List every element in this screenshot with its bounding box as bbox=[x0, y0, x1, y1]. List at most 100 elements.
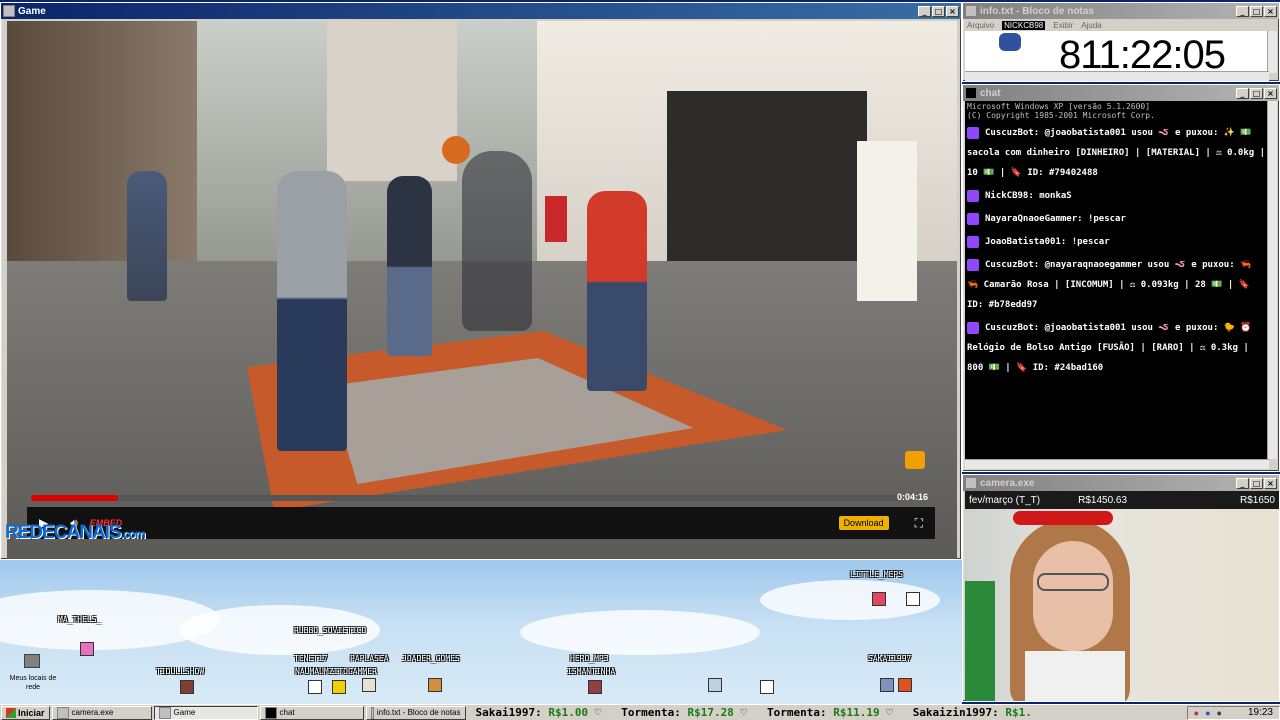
start-button[interactable]: Iniciar bbox=[1, 705, 50, 720]
task-button-notepad[interactable]: info.txt - Bloco de notas bbox=[365, 705, 466, 720]
task-button-chat[interactable]: chat bbox=[259, 705, 364, 720]
network-places-icon[interactable] bbox=[24, 654, 40, 668]
cmd-icon bbox=[965, 87, 977, 99]
site-logo: REDECANAIS.com bbox=[5, 522, 146, 544]
viewer-name: PAPLASEA bbox=[350, 654, 389, 663]
donation-ticker: Sakai1997: R$1.00 ♡ Tormenta: R$17.28 ♡ … bbox=[475, 706, 1032, 719]
chat-text: monkaS bbox=[1039, 191, 1072, 201]
subgoal-current: R$1450.63 bbox=[1078, 494, 1128, 506]
minimize-button[interactable]: _ bbox=[1236, 5, 1249, 17]
fullscreen-icon[interactable]: ⛶ bbox=[915, 516, 923, 531]
webcam-shirt bbox=[1025, 651, 1125, 701]
video-progress-bar[interactable] bbox=[31, 495, 901, 501]
chat-message: NayaraQnaoeGammer: !pescar bbox=[967, 209, 1267, 229]
camera-window: camera.exe _ □ × fev/março (T_T) R$1450.… bbox=[962, 474, 1280, 702]
chat-nick: NayaraQnaoeGammer: bbox=[985, 214, 1083, 224]
maximize-button[interactable]: □ bbox=[1250, 87, 1263, 99]
viewer-avatar bbox=[872, 592, 886, 606]
console-header: Microsoft Windows XP [versão 5.1.2600] bbox=[967, 102, 1151, 111]
close-button[interactable]: × bbox=[1264, 477, 1277, 489]
twitch-badge-icon bbox=[967, 189, 979, 202]
notepad-title: info.txt - Bloco de notas bbox=[980, 5, 1094, 17]
minimize-button[interactable]: _ bbox=[918, 5, 931, 17]
start-label: Iniciar bbox=[18, 707, 45, 718]
menu-item[interactable]: Exibir bbox=[1053, 21, 1073, 30]
task-button-game[interactable]: Game bbox=[153, 705, 258, 720]
maximize-button[interactable]: □ bbox=[1250, 5, 1263, 17]
viewer-avatar bbox=[880, 678, 894, 692]
menu-item[interactable]: NICKCB98 bbox=[1002, 20, 1046, 30]
minimize-button[interactable]: _ bbox=[1236, 87, 1249, 99]
game-window: Game _ □ × 0:04:16 ▶ 🔊︎ EMBED Download ⛶… bbox=[0, 2, 962, 560]
viewer-avatar bbox=[80, 642, 94, 656]
viewer-name: LITTLE_MEPS bbox=[850, 570, 903, 579]
viewer-name: MA_THELS_ bbox=[58, 615, 102, 624]
chat-scrollbar[interactable] bbox=[1267, 101, 1277, 459]
subgoal-bar: fev/março (T_T) R$1450.63 R$1650 bbox=[965, 491, 1279, 509]
twitch-badge-icon bbox=[967, 235, 979, 248]
task-label: info.txt - Bloco de notas bbox=[376, 708, 461, 717]
tray-icon[interactable]: ● bbox=[1194, 708, 1199, 718]
clock: 19:23 bbox=[1247, 707, 1273, 718]
scene-building-center bbox=[327, 21, 457, 181]
menu-item[interactable]: Arquivo bbox=[967, 21, 994, 30]
viewer-avatar bbox=[588, 680, 602, 694]
scene-ghost-figure bbox=[462, 151, 532, 331]
viewer-avatar bbox=[708, 678, 722, 692]
tray-icon[interactable]: ● bbox=[1205, 708, 1210, 718]
chat-title: chat bbox=[980, 87, 1001, 99]
window-icon bbox=[3, 5, 15, 17]
chromecast-icon[interactable] bbox=[905, 451, 925, 469]
chat-hscrollbar[interactable] bbox=[965, 459, 1269, 469]
video-player[interactable]: 0:04:16 ▶ 🔊︎ EMBED Download ⛶ bbox=[7, 21, 957, 559]
chat-message: NickCB98: monkaS bbox=[967, 186, 1267, 206]
download-button[interactable]: Download bbox=[838, 516, 889, 530]
viewer-name: RUBBO_SOVIETICO bbox=[294, 626, 367, 635]
chat-titlebar[interactable]: chat _ □ × bbox=[963, 85, 1279, 101]
webcam-face bbox=[1033, 541, 1113, 651]
twitch-badge-icon bbox=[967, 212, 979, 225]
close-button[interactable]: × bbox=[1264, 87, 1277, 99]
twitch-badge-icon bbox=[967, 258, 979, 271]
chat-console[interactable]: Microsoft Windows XP [versão 5.1.2600] (… bbox=[965, 101, 1269, 459]
maximize-button[interactable]: □ bbox=[932, 5, 945, 17]
ticker-value: R$1.00 bbox=[548, 706, 589, 719]
notepad-text-area[interactable]: 811:22:05 bbox=[965, 31, 1269, 77]
tray-icon[interactable]: ● bbox=[1217, 708, 1222, 718]
close-button[interactable]: × bbox=[1264, 5, 1277, 17]
maximize-button[interactable]: □ bbox=[1250, 477, 1263, 489]
ticker-name: Sakai1997: bbox=[475, 706, 542, 719]
scene-red-bin bbox=[545, 196, 567, 242]
task-icon bbox=[370, 706, 374, 719]
stream-overlay: MA_THELS_ TIDULLSHOW RUBBO_SOVIETICO TEN… bbox=[0, 560, 962, 704]
chat-message: JoaoBatista001: !pescar bbox=[967, 232, 1267, 252]
scene-person-4 bbox=[127, 171, 167, 301]
notepad-scrollbar[interactable] bbox=[1267, 31, 1277, 73]
scene-person-2 bbox=[387, 176, 432, 356]
webcam-feed: fev/março (T_T) R$1450.63 R$1650 bbox=[965, 491, 1279, 701]
camera-titlebar[interactable]: camera.exe _ □ × bbox=[963, 475, 1279, 491]
ticker-name: Tormenta: bbox=[766, 706, 827, 719]
ticker-value: R$1. bbox=[1005, 706, 1032, 719]
game-titlebar[interactable]: Game _ □ × bbox=[1, 3, 961, 19]
menu-item[interactable]: Ajuda bbox=[1081, 21, 1101, 30]
site-logo-suffix: .com bbox=[120, 527, 146, 541]
viewer-avatar bbox=[428, 678, 442, 692]
camera-app-icon bbox=[965, 477, 977, 489]
chat-nick: NickCB98: bbox=[985, 191, 1034, 201]
notepad-titlebar[interactable]: info.txt - Bloco de notas _ □ × bbox=[963, 3, 1279, 19]
viewer-avatar bbox=[308, 680, 322, 694]
minimize-button[interactable]: _ bbox=[1236, 477, 1249, 489]
chat-nick: CuscuzBot: bbox=[985, 260, 1040, 270]
camera-title: camera.exe bbox=[980, 477, 1035, 489]
twitch-badge-icon bbox=[967, 126, 979, 139]
viewer-avatar bbox=[760, 680, 774, 694]
chat-message: CuscuzBot: @joaobatista001 usou 🪱 e puxo… bbox=[967, 318, 1267, 378]
chat-message: CuscuzBot: @joaobatista001 usou 🪱 e puxo… bbox=[967, 123, 1267, 183]
close-button[interactable]: × bbox=[946, 5, 959, 17]
scene-building-left bbox=[7, 21, 197, 291]
viewer-name: HERO_MP3 bbox=[570, 654, 609, 663]
task-button-camera[interactable]: camera.exe bbox=[51, 705, 152, 720]
ticker-name: Sakaizin1997: bbox=[912, 706, 999, 719]
notepad-hscrollbar[interactable] bbox=[965, 71, 1269, 81]
